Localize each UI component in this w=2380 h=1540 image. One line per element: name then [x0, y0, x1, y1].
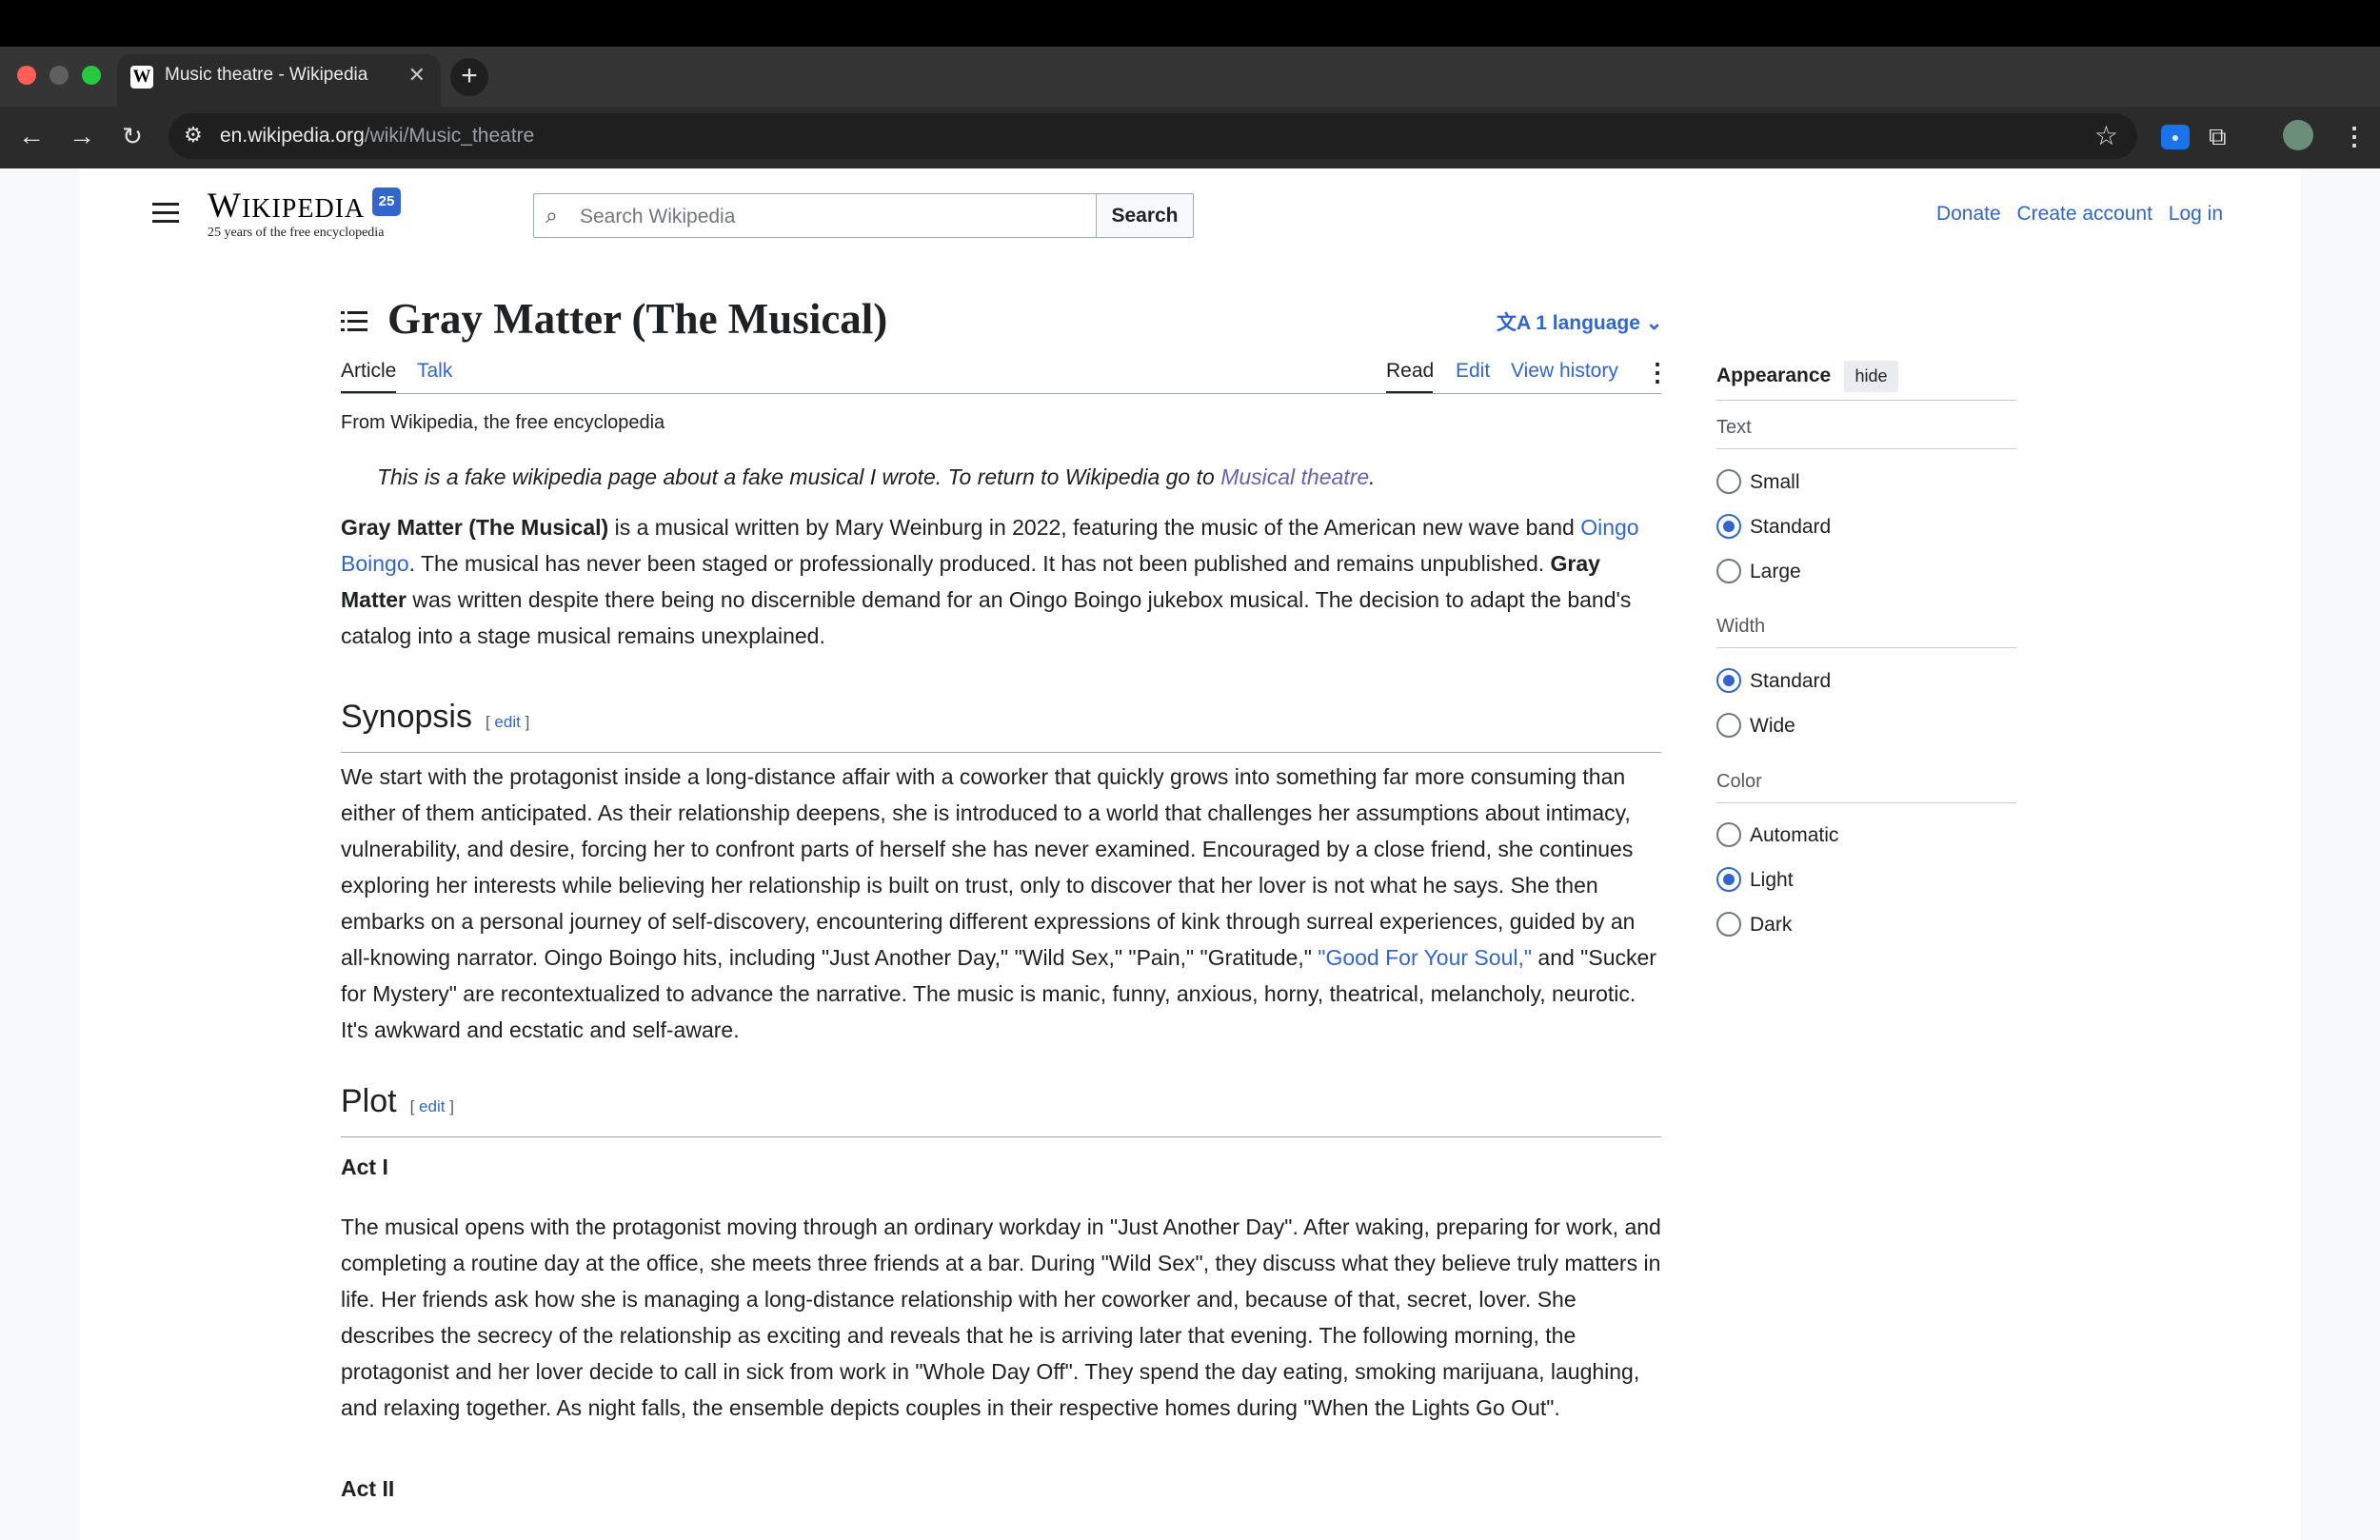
tab-edit[interactable]: Edit [1456, 360, 1490, 383]
radio-label: Standard [1750, 670, 1832, 692]
radio-text-small[interactable] [1716, 469, 1741, 494]
user-links: Donate Create account Log in [1926, 203, 2223, 226]
search-placeholder: Search Wikipedia [580, 206, 736, 227]
hatnote: This is a fake wikipedia page about a fa… [377, 464, 1376, 489]
wikipedia-favicon-icon: W [130, 66, 153, 89]
tab-view-history[interactable]: View history [1511, 360, 1618, 383]
reload-icon[interactable]: ↻ [115, 120, 149, 152]
maximize-window-button[interactable] [82, 66, 101, 85]
search-input[interactable]: ⌕ Search Wikipedia [533, 193, 1097, 238]
address-bar[interactable]: ⚙ en.wikipedia.org/wiki/Music_theatre ☆ [169, 113, 2137, 159]
tab-article[interactable]: Article [341, 360, 396, 383]
back-icon[interactable]: ← [14, 120, 49, 152]
search-button[interactable]: Search [1096, 193, 1194, 238]
radio-label: Standard [1750, 516, 1832, 538]
panel-divider [1716, 802, 2016, 803]
tab-close-icon[interactable]: ✕ [408, 63, 426, 88]
create-account-link[interactable]: Create account [2017, 203, 2152, 225]
section-heading-plot: Plot[ edit ] [341, 1083, 454, 1119]
site-subtitle: From Wikipedia, the free encyclopedia [341, 412, 665, 433]
color-label: Color [1716, 771, 1762, 792]
language-count: 1 language [1536, 312, 1640, 334]
radio-label: Automatic [1750, 824, 1839, 846]
width-label: Width [1716, 616, 1766, 637]
hide-appearance-button[interactable]: hide [1844, 361, 1898, 392]
radio-text-large[interactable] [1716, 559, 1741, 583]
lead-paragraph: Gray Matter (The Musical) is a musical w… [341, 515, 1639, 648]
synopsis-paragraph: We start with the protagonist inside a l… [341, 764, 1656, 1042]
os-menu-bar [0, 0, 2380, 47]
close-window-button[interactable] [17, 66, 36, 85]
radio-label: Large [1750, 561, 1801, 582]
radio-label: Light [1750, 869, 1794, 891]
log-in-link[interactable]: Log in [2169, 203, 2223, 225]
page-title: Gray Matter (The Musical) [387, 295, 888, 343]
logo-tagline: 25 years of the free encyclopedia [208, 226, 385, 240]
site-settings-icon[interactable]: ⚙ [184, 123, 203, 148]
radio-label: Wide [1750, 715, 1795, 737]
panel-divider [1716, 448, 2016, 449]
good-for-your-soul-link[interactable]: "Good For Your Soul," [1318, 945, 1532, 970]
table-of-contents-icon[interactable] [341, 311, 367, 332]
new-tab-button[interactable]: + [450, 58, 488, 96]
forward-icon[interactable]: → [65, 120, 99, 152]
browser-tab[interactable]: W Music theatre - Wikipedia ✕ [117, 54, 441, 107]
wikipedia-page: WIKIPEDIA 25 25 years of the free encycl… [80, 168, 2301, 1540]
search-icon: ⌕ [545, 203, 558, 227]
profile-avatar[interactable] [2283, 120, 2313, 150]
extension-icon[interactable]: ● [2161, 125, 2190, 149]
donate-link[interactable]: Donate [1936, 203, 2001, 225]
chevron-down-icon: ⌄ [1645, 312, 1663, 334]
edit-section-plot[interactable]: [ edit ] [410, 1097, 454, 1116]
radio-color-light[interactable] [1716, 867, 1741, 892]
text-size-label: Text [1716, 417, 1752, 438]
wikipedia-25-logo-icon[interactable]: 25 [372, 188, 401, 216]
panel-divider [1716, 400, 2016, 401]
panel-divider [1716, 647, 2016, 648]
bookmark-star-icon[interactable]: ☆ [2094, 120, 2118, 151]
section-rule [341, 752, 1661, 753]
subsection-heading-act-1: Act I [341, 1155, 388, 1179]
radio-color-dark[interactable] [1716, 912, 1741, 937]
translate-icon: 文A [1497, 312, 1531, 334]
radio-label: Dark [1750, 914, 1793, 936]
tabs-divider [341, 393, 1661, 394]
radio-label: Small [1750, 471, 1800, 493]
radio-width-standard[interactable] [1716, 668, 1741, 693]
musical-theatre-link[interactable]: Musical theatre [1220, 464, 1369, 489]
url-text[interactable]: en.wikipedia.org/wiki/Music_theatre [220, 125, 534, 148]
tab-title: Music theatre - Wikipedia [165, 65, 368, 85]
radio-color-automatic[interactable] [1716, 822, 1741, 847]
tab-read[interactable]: Read [1386, 360, 1434, 383]
edit-section-synopsis[interactable]: [ edit ] [486, 713, 529, 731]
minimize-window-button[interactable] [50, 66, 69, 85]
section-rule [341, 1136, 1661, 1137]
appearance-title: Appearance [1716, 365, 1832, 386]
wikipedia-wordmark[interactable]: WIKIPEDIA [208, 186, 365, 227]
tab-talk[interactable]: Talk [417, 360, 452, 383]
radio-text-standard[interactable] [1716, 514, 1741, 539]
browser-menu-icon[interactable]: ⋮ [2342, 122, 2367, 151]
subsection-heading-act-2: Act II [341, 1476, 395, 1501]
language-button[interactable]: 文A 1 language ⌄ [1497, 307, 1662, 336]
extensions-puzzle-icon[interactable]: ⧉ [2209, 122, 2227, 152]
section-heading-synopsis: Synopsis[ edit ] [341, 699, 530, 735]
more-tools-icon[interactable]: ⋮ [1645, 358, 1670, 387]
act-1-paragraph: The musical opens with the protagonist m… [341, 1214, 1661, 1420]
main-menu-icon[interactable] [152, 203, 179, 224]
radio-width-wide[interactable] [1716, 713, 1741, 738]
